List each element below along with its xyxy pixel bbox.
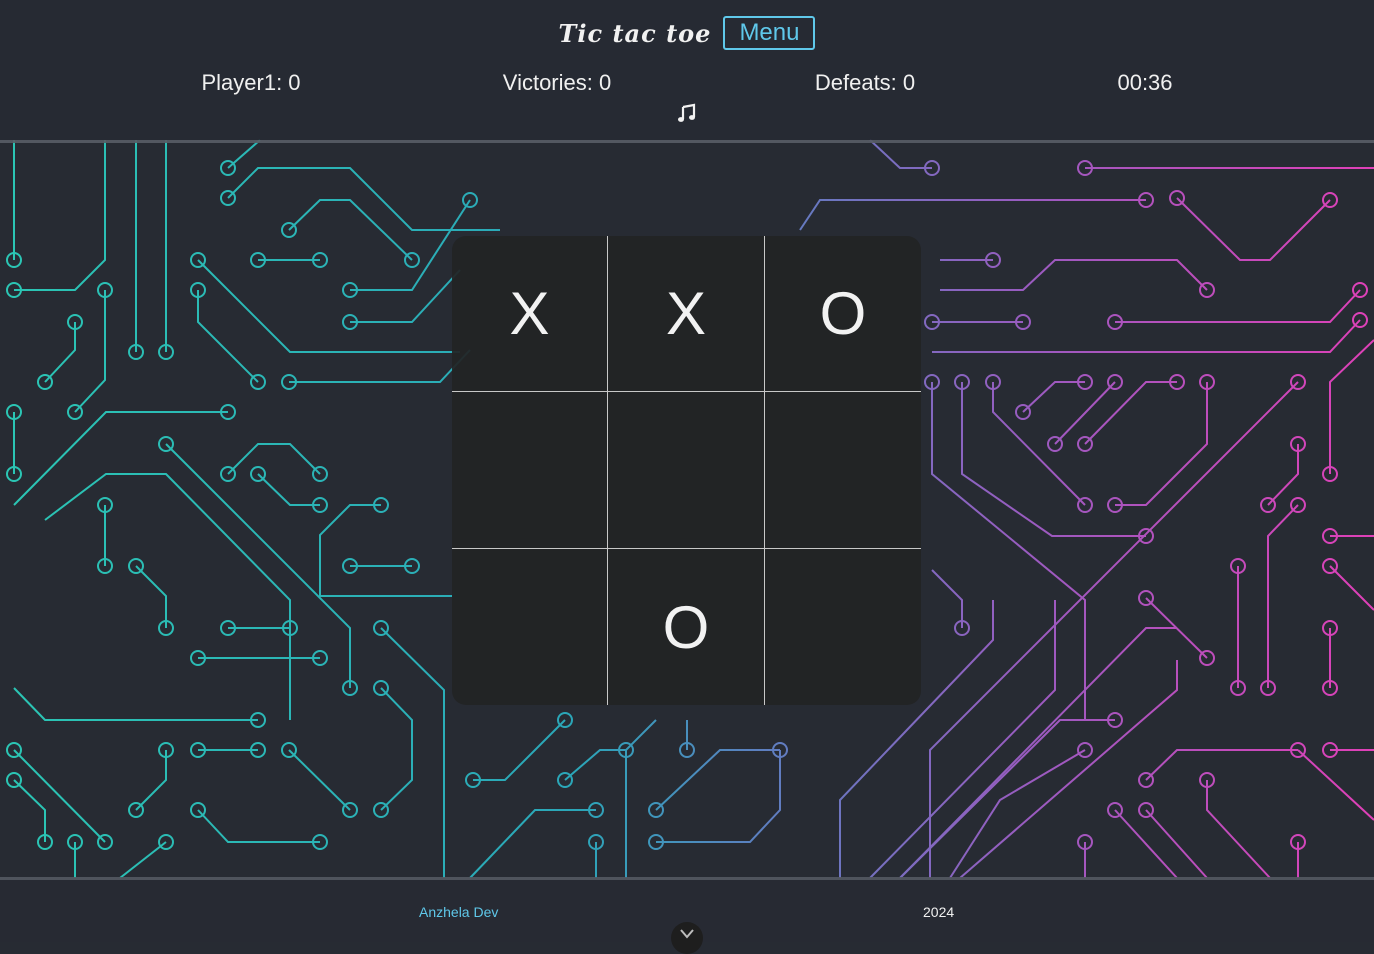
board-cell[interactable]: [608, 392, 765, 549]
scroll-down-button[interactable]: [671, 922, 703, 954]
board-cell[interactable]: [452, 549, 608, 705]
game-logo: Tic tac toe: [558, 18, 712, 48]
player-score: Player1: 0: [201, 70, 301, 95]
board-cell[interactable]: [452, 392, 608, 549]
victories-count: Victories: 0: [502, 70, 612, 95]
copyright-year: 2024: [923, 904, 955, 920]
game-timer: 00:36: [1117, 70, 1173, 95]
board-cell[interactable]: O: [765, 236, 921, 392]
author-link[interactable]: Anzhela Dev: [419, 904, 498, 920]
page-footer: Anzhela Dev 2024: [0, 877, 1374, 954]
title-row: Tic tac toe Menu: [0, 16, 1374, 50]
board-cell[interactable]: [765, 549, 921, 705]
music-toggle-button[interactable]: [676, 102, 698, 124]
defeats-count: Defeats: 0: [814, 70, 916, 95]
game-board: X X O O: [452, 236, 921, 705]
board-cell[interactable]: O: [608, 549, 765, 705]
board-cell[interactable]: X: [452, 236, 608, 392]
board-cell[interactable]: [765, 392, 921, 549]
music-note-icon: [678, 103, 696, 122]
game-header: Tic tac toe Menu Player1: 0 Victories: 0…: [0, 0, 1374, 143]
menu-button[interactable]: Menu: [723, 16, 816, 50]
board-cell[interactable]: X: [608, 236, 765, 392]
chevron-down-icon: [680, 929, 694, 939]
